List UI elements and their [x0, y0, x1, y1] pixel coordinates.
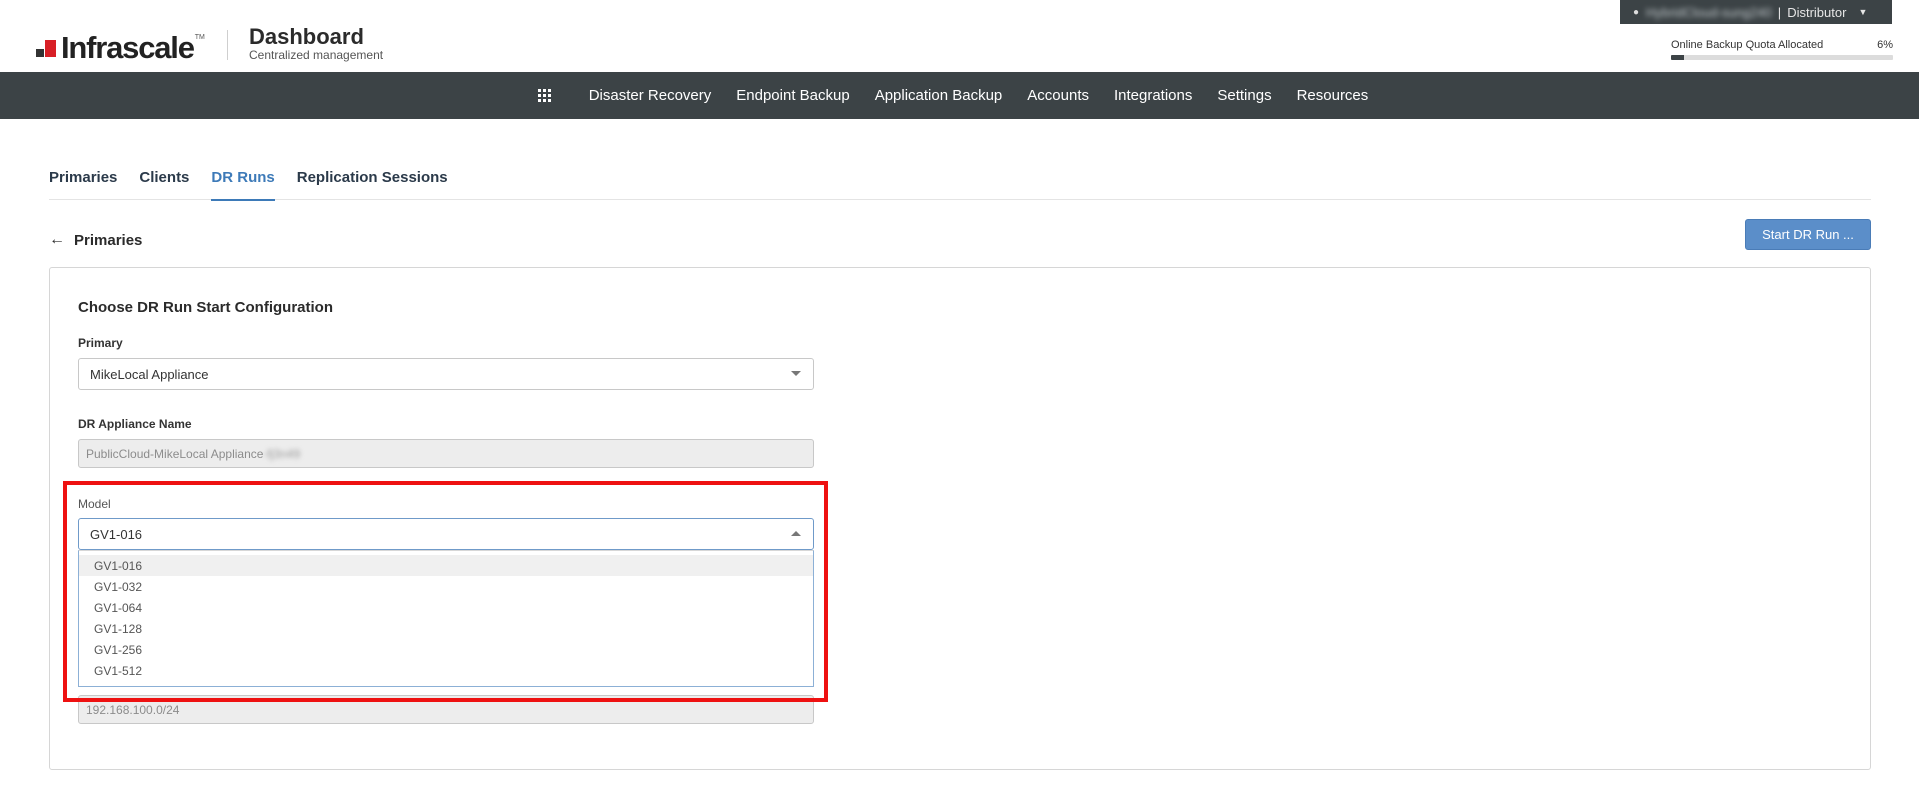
tab-replication-sessions[interactable]: Replication Sessions: [297, 161, 448, 200]
header-divider: [227, 30, 228, 60]
model-label: Model: [78, 497, 111, 511]
start-dr-run-button[interactable]: Start DR Run ...: [1745, 219, 1871, 250]
model-select[interactable]: GV1-016: [78, 518, 814, 550]
primary-label: Primary: [78, 336, 123, 350]
model-option[interactable]: GV1-064: [79, 597, 813, 618]
model-option[interactable]: GV1-016: [79, 555, 813, 576]
back-link-label: Primaries: [74, 231, 143, 249]
panel-title: Choose DR Run Start Configuration: [78, 299, 333, 316]
quota-widget: Online Backup Quota Allocated 6%: [1671, 39, 1893, 60]
dr-appliance-name-suffix: -fj3n49: [263, 446, 301, 461]
quota-label: Online Backup Quota Allocated: [1671, 39, 1824, 51]
nav-endpoint-backup[interactable]: Endpoint Backup: [724, 87, 862, 104]
tab-clients[interactable]: Clients: [139, 161, 189, 200]
app-title: Dashboard: [249, 24, 364, 49]
model-option[interactable]: GV1-512: [79, 660, 813, 681]
model-option[interactable]: GV1-128: [79, 618, 813, 639]
dr-appliance-name-field: PublicCloud-MikeLocal Appliance -fj3n49: [78, 439, 814, 468]
dr-appliance-name-value: PublicCloud-MikeLocal Appliance: [86, 446, 264, 461]
quota-percent: 6%: [1877, 39, 1893, 51]
infrascale-logo[interactable]: Infrascale TM: [36, 32, 205, 63]
model-select-value: GV1-016: [90, 526, 143, 542]
model-option[interactable]: GV1-256: [79, 639, 813, 660]
app-subtitle: Centralized management: [249, 48, 384, 62]
nav-integrations[interactable]: Integrations: [1101, 87, 1204, 104]
nav-settings[interactable]: Settings: [1205, 87, 1284, 104]
chevron-up-icon: [791, 531, 801, 536]
user-role: Distributor: [1787, 4, 1847, 20]
nav-resources[interactable]: Resources: [1284, 87, 1381, 104]
top-header: Infrascale TM Dashboard Centralized mana…: [0, 0, 1919, 72]
logo-trademark: TM: [194, 34, 205, 41]
nav-accounts[interactable]: Accounts: [1015, 87, 1102, 104]
model-dropdown-list: GV1-016 GV1-032 GV1-064 GV1-128 GV1-256 …: [78, 550, 814, 687]
logo-text: Infrascale: [61, 30, 195, 65]
network-value: 192.168.100.0/24: [86, 702, 180, 717]
chevron-down-icon: [791, 371, 801, 376]
user-separator: |: [1777, 4, 1782, 20]
tab-dr-runs[interactable]: DR Runs: [211, 161, 276, 201]
network-field: 192.168.100.0/24: [78, 695, 814, 724]
caret-down-icon: ▼: [1858, 7, 1868, 17]
model-option[interactable]: GV1-032: [79, 576, 813, 597]
logo-mark-icon: [36, 37, 58, 59]
dr-run-config-panel: Choose DR Run Start Configuration Primar…: [49, 267, 1871, 770]
quota-progress-fill: [1671, 55, 1685, 60]
nav-disaster-recovery[interactable]: Disaster Recovery: [576, 87, 724, 104]
arrow-left-icon: ←: [49, 231, 65, 248]
dr-appliance-name-label: DR Appliance Name: [78, 417, 192, 431]
user-name: HybridCloud-sung240: [1646, 4, 1772, 20]
primary-select-value: MikeLocal Appliance: [90, 366, 209, 382]
sub-tabs: Primaries Clients DR Runs Replication Se…: [49, 161, 1871, 201]
nav-application-backup[interactable]: Application Backup: [862, 87, 1015, 104]
primary-select[interactable]: MikeLocal Appliance: [78, 358, 814, 390]
user-menu-button[interactable]: ● HybridCloud-sung240 | Distributor ▼: [1620, 0, 1892, 24]
back-to-primaries-link[interactable]: ← Primaries: [49, 231, 142, 249]
user-icon: ●: [1633, 6, 1640, 18]
tab-primaries[interactable]: Primaries: [49, 161, 117, 200]
main-navbar: Disaster Recovery Endpoint Backup Applic…: [0, 72, 1919, 119]
apps-grid-icon[interactable]: [538, 89, 552, 102]
quota-progress-bar: [1671, 55, 1893, 60]
